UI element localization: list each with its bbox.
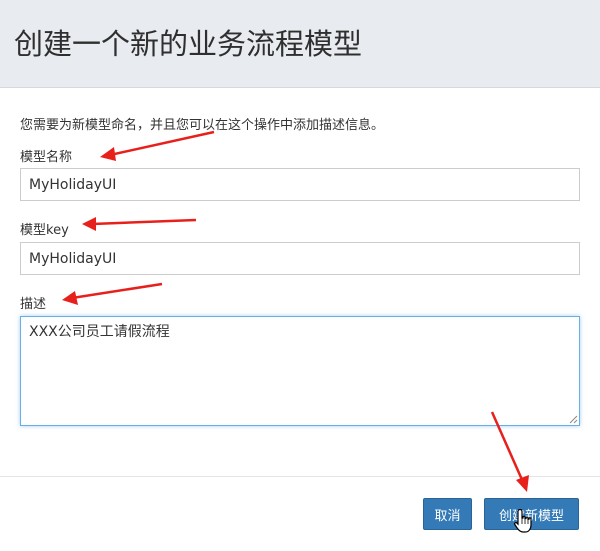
dialog-description: 您需要为新模型命名，并且您可以在这个操作中添加描述信息。 — [20, 118, 385, 133]
description-label: 描述 — [20, 297, 47, 312]
dialog-header: 创建一个新的业务流程模型 — [0, 0, 600, 88]
create-model-button[interactable]: 创建新模型 — [484, 498, 579, 530]
description-textarea[interactable]: XXX公司员工请假流程 — [20, 316, 580, 426]
dialog-footer: 取消 创建新模型 — [0, 476, 600, 551]
model-name-label: 模型名称 — [20, 150, 73, 165]
model-key-label: 模型key — [20, 223, 69, 238]
model-name-input[interactable] — [20, 168, 580, 201]
dialog-body: 您需要为新模型命名，并且您可以在这个操作中添加描述信息。 模型名称 模型key … — [0, 88, 600, 476]
model-key-input[interactable] — [20, 242, 580, 275]
create-model-dialog: 创建一个新的业务流程模型 您需要为新模型命名，并且您可以在这个操作中添加描述信息… — [0, 0, 600, 551]
resize-grip-icon[interactable] — [569, 415, 578, 424]
dialog-title: 创建一个新的业务流程模型 — [14, 27, 363, 61]
cancel-button[interactable]: 取消 — [423, 498, 472, 530]
